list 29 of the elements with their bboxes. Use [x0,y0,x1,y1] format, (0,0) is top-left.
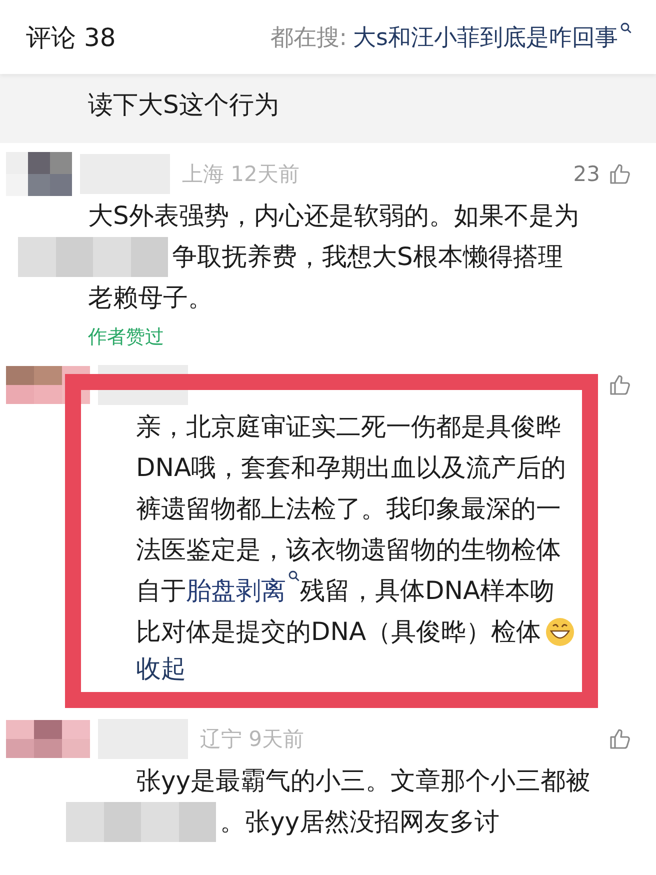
comment-text: 。张yy居然没招网友多讨 [220,806,500,838]
collapse-link[interactable]: 收起 [136,652,656,686]
comment-meta: 辽宁 9天前 [200,726,304,753]
comment-text: 大S外表强势，内心还是软弱的。如果不是为 [88,200,579,232]
thumbs-up-icon[interactable] [608,727,632,751]
comment-text: 比对体是提交的DNA（具俊晔）检体 [136,616,542,648]
comment-text: 张yy是最霸气的小三。文章那个小三都被 [136,765,591,797]
search-icon [288,570,300,582]
comment-text: 裤遗留物都上法检了。我印象最深的一 [136,493,561,525]
comment-text: 残留，具体DNA样本吻 [300,575,556,607]
trending-search-link[interactable]: 大s和汪小菲到底是咋回事 [353,22,618,52]
author-liked-label: 作者赞过 [88,325,165,350]
comment-text: 读下大S这个行为 [88,89,280,121]
comment-text: 法医鉴定是，该衣物遗留物的生物检体 [136,534,561,566]
comment-text: 亲，北京庭审证实二死一伤都是具俊晔 [136,411,561,443]
search-icon [620,22,632,34]
blurred-avatar [6,152,72,196]
trending-label: 都在搜: [270,24,348,52]
comment-text: DNA哦，套套和孕期出血以及流产后的 [136,452,566,484]
comment-text: 争取抚养费，我想大S根本懒得搭理 [172,241,563,273]
thumbs-up-icon[interactable] [608,373,632,397]
comment-meta: 上海 12天前 [182,161,300,188]
comments-title: 评论 38 [26,22,116,54]
grinning-face-icon [545,616,576,646]
thumbs-up-icon[interactable] [608,162,632,186]
comment-text: 老赖母子。 [88,282,213,314]
comment-text: 自于 [136,575,186,607]
search-link[interactable]: 胎盘剥离 [186,570,300,611]
like-count: 23 [573,162,600,186]
